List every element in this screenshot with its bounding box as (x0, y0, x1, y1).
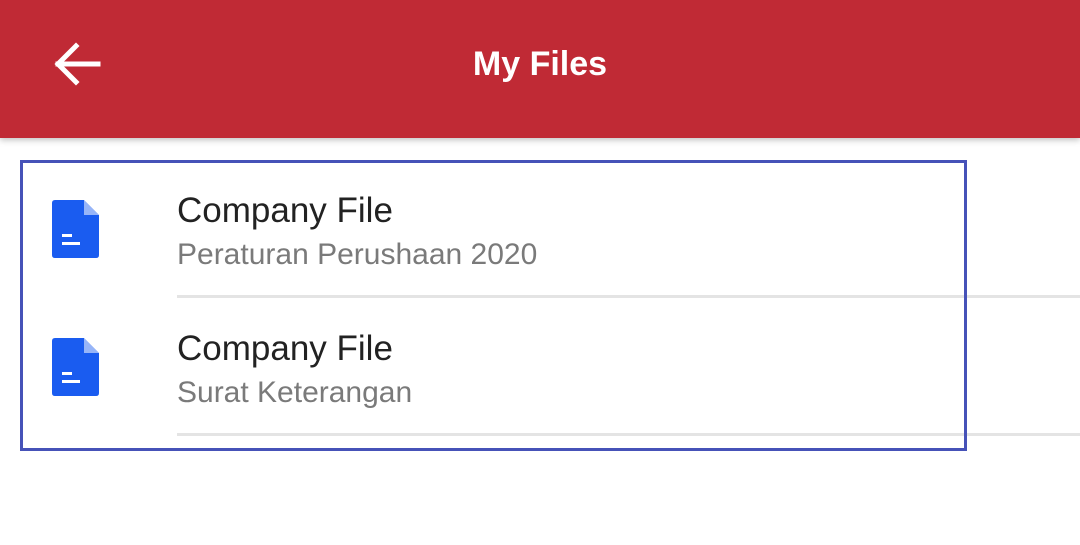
divider (177, 433, 1080, 436)
file-title: Company File (177, 329, 393, 368)
file-title: Company File (177, 191, 393, 230)
document-icon (52, 200, 99, 258)
page-title: My Files (472, 45, 608, 83)
file-list-item[interactable]: Company File Peraturan Perushaan 2020 (0, 160, 1080, 298)
app-bar: My Files (0, 0, 1080, 138)
file-list-item[interactable]: Company File Surat Keterangan (0, 298, 1080, 436)
file-list: Company File Peraturan Perushaan 2020 Co… (0, 160, 1080, 436)
file-subtitle: Surat Keterangan (177, 376, 413, 409)
document-icon (52, 338, 99, 396)
file-subtitle: Peraturan Perushaan 2020 (177, 238, 538, 271)
